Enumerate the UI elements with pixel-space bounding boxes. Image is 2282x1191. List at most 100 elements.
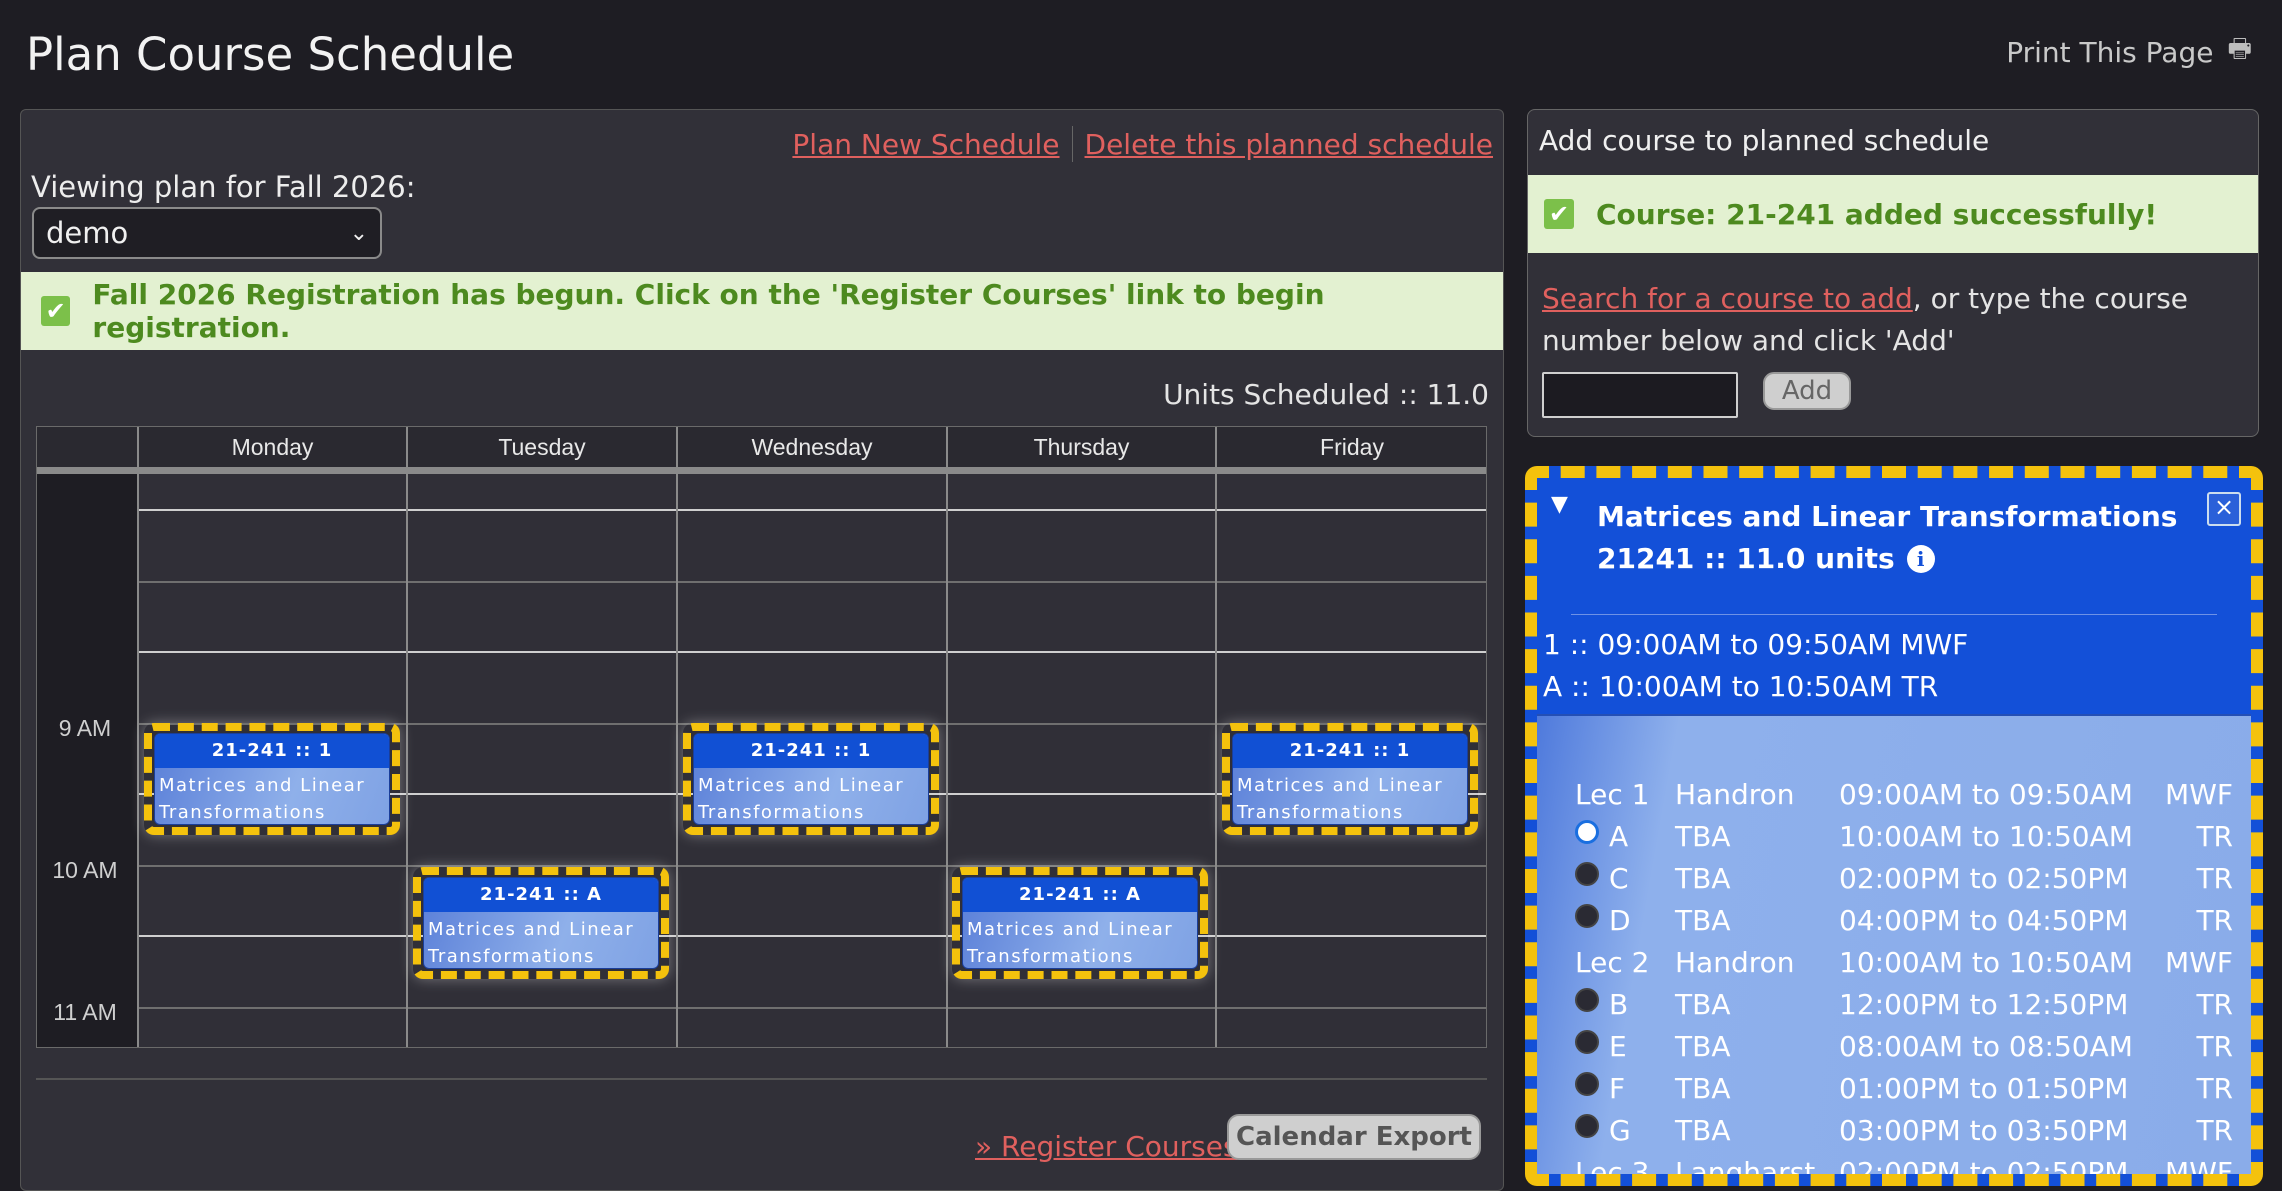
chevron-down-icon[interactable]: ⌄ [350,221,368,246]
section-time: 04:00PM to 04:50PM [1839,904,2129,937]
section-time: 08:00AM to 08:50AM [1839,1030,2133,1063]
course-number-input[interactable] [1542,372,1738,418]
section-radio[interactable] [1575,1072,1599,1096]
section-radio[interactable] [1575,904,1599,928]
success-text: Course: 21-241 added successfully! [1596,197,2158,231]
course-units: 21241 :: 11.0 units [1597,542,1895,575]
register-courses-link[interactable]: » Register Courses [975,1130,1238,1163]
print-label[interactable]: Print This Page [2006,36,2213,69]
event-title[interactable]: Matrices and Linear Transformations [963,912,1197,968]
section-radio-selected[interactable] [1575,820,1599,844]
event-title[interactable]: Matrices and Linear Transformations [694,768,928,824]
section-radio[interactable] [1575,1114,1599,1138]
section-radio[interactable] [1575,862,1599,886]
grid-line [138,509,1486,511]
day-header-friday: Friday [1320,434,1384,460]
event-header[interactable]: 21-241 :: A [963,878,1197,912]
success-message: ✔ Course: 21-241 added successfully! [1528,175,2258,253]
info-icon[interactable]: i [1906,544,1935,573]
section-time: 12:00PM to 12:50PM [1839,988,2129,1021]
checkbox-check-icon: ✔ [41,296,71,326]
section-row-c[interactable]: C TBA 02:00PM to 02:50PM TR [1575,862,2233,904]
section-row-lec-3: Lec 3 Langharst 02:00PM to 02:50PM MWF [1575,1156,2233,1186]
close-icon[interactable]: × [2207,492,2241,526]
checkbox-check-icon: ✔ [1544,199,1574,229]
section-radio[interactable] [1575,988,1599,1012]
event-header[interactable]: 21-241 :: 1 [694,734,928,768]
section-label: Lec 1 [1575,778,1650,811]
section-label[interactable]: E [1609,1030,1627,1063]
section-label[interactable]: F [1609,1072,1625,1105]
course-event-monday[interactable]: 21-241 :: 1 Matrices and Linear Transfor… [144,723,400,835]
add-course-panel: Add course to planned schedule ✔ Course:… [1527,109,2259,437]
day-header-tuesday: Tuesday [498,434,586,460]
printer-icon[interactable]: 🖶 [2227,30,2252,74]
section-label[interactable]: C [1609,862,1629,895]
section-instructor: TBA [1675,1072,1731,1105]
calendar-export-button[interactable]: Calendar Export [1227,1114,1481,1160]
course-event-friday[interactable]: 21-241 :: 1 Matrices and Linear Transfor… [1222,723,1478,835]
section-time: 03:00PM to 03:50PM [1839,1114,2129,1147]
course-detail-card: ▼ × Matrices and Linear Transformations … [1525,466,2263,1186]
event-title[interactable]: Matrices and Linear Transformations [424,912,658,968]
section-days: MWF [2165,946,2233,979]
link-separator [1071,126,1073,162]
section-row-e[interactable]: E TBA 08:00AM to 08:50AM TR [1575,1030,2233,1072]
section-row-f[interactable]: F TBA 01:00PM to 01:50PM TR [1575,1072,2233,1114]
delete-schedule-link[interactable]: Delete this planned schedule [1085,128,1493,161]
section-label: Lec 2 [1575,946,1650,979]
section-instructor: TBA [1675,904,1731,937]
plan-select[interactable]: demo ⌄ [32,207,382,259]
print-page-link[interactable]: Print This Page 🖶 [2006,30,2252,74]
section-instructor: TBA [1675,1030,1731,1063]
add-course-help: Search for a course to add, or type the … [1542,278,2232,362]
event-title[interactable]: Matrices and Linear Transformations [155,768,389,824]
time-label-10am: 10 AM [52,857,118,883]
section-radio[interactable] [1575,1030,1599,1054]
divider [36,1078,1487,1080]
section-label: Lec 3 [1575,1156,1650,1186]
event-title[interactable]: Matrices and Linear Transformations [1233,768,1467,824]
units-scheduled: Units Scheduled :: 11.0 [1163,378,1489,411]
plan-select-value[interactable]: demo [46,216,128,250]
selected-section-summary: A :: 10:00AM to 10:50AM TR [1543,670,1939,703]
day-header-thursday: Thursday [1033,434,1130,460]
section-instructor: TBA [1675,988,1731,1021]
course-title: Matrices and Linear Transformations [1597,500,2178,533]
search-course-link[interactable]: Search for a course to add [1542,282,1913,315]
event-header[interactable]: 21-241 :: A [424,878,658,912]
section-row-a[interactable]: A TBA 10:00AM to 10:50AM TR [1575,820,2233,862]
course-event-thursday[interactable]: 21-241 :: A Matrices and Linear Transfor… [952,867,1208,979]
section-label[interactable]: B [1609,988,1628,1021]
section-days: TR [2196,1072,2233,1105]
grid-line [138,581,1486,583]
section-time: 02:00PM to 02:50PM [1839,862,2129,895]
divider [1571,614,2217,615]
section-time: 02:00PM to 02:50PM [1839,1156,2129,1186]
section-days: TR [2196,1030,2233,1063]
add-course-button[interactable]: Add [1763,372,1851,410]
section-days: MWF [2165,778,2233,811]
grid-column-line [406,427,408,1047]
event-header[interactable]: 21-241 :: 1 [1233,734,1467,768]
weekly-calendar: Monday Tuesday Wednesday Thursday Friday… [36,426,1487,1048]
grid-line [138,935,1486,937]
section-row-d[interactable]: D TBA 04:00PM to 04:50PM TR [1575,904,2233,946]
section-days: MWF [2165,1156,2233,1186]
section-label[interactable]: G [1609,1114,1631,1147]
course-event-tuesday[interactable]: 21-241 :: A Matrices and Linear Transfor… [413,867,669,979]
day-header-monday: Monday [231,434,314,460]
plan-new-schedule-link[interactable]: Plan New Schedule [792,128,1059,161]
time-column [37,474,138,1047]
section-instructor: Handron [1675,946,1795,979]
collapse-triangle-icon[interactable]: ▼ [1551,492,1568,517]
section-row-g[interactable]: G TBA 03:00PM to 03:50PM TR [1575,1114,2233,1156]
day-header-wednesday: Wednesday [751,434,873,460]
section-label[interactable]: A [1609,820,1628,853]
schedule-panel: Plan New Schedule Delete this planned sc… [20,109,1504,1191]
course-event-wednesday[interactable]: 21-241 :: 1 Matrices and Linear Transfor… [683,723,939,835]
section-row-b[interactable]: B TBA 12:00PM to 12:50PM TR [1575,988,2233,1030]
section-label[interactable]: D [1609,904,1631,937]
course-units-row: 21241 :: 11.0 units i [1597,542,1935,575]
event-header[interactable]: 21-241 :: 1 [155,734,389,768]
